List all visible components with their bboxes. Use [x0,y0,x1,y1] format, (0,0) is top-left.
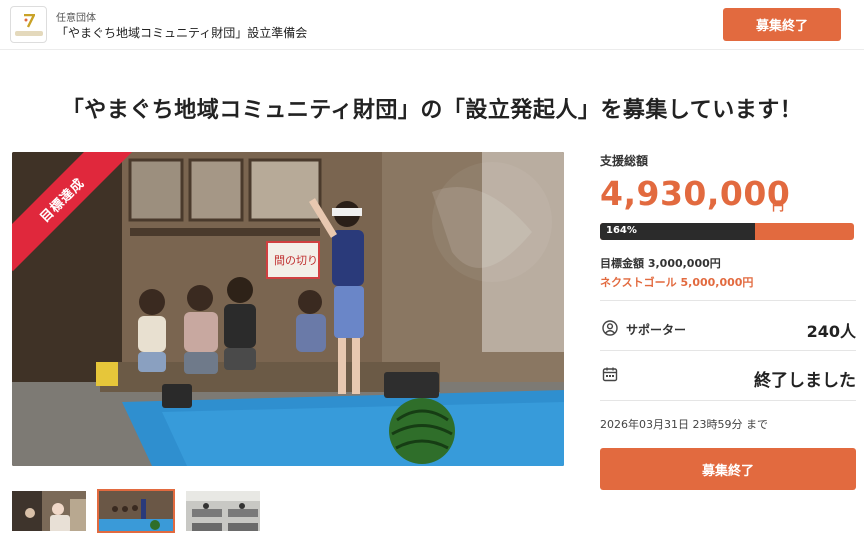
thumbnail-3-image [186,491,260,531]
divider [600,300,856,301]
org-name-link[interactable]: 「やまぐち地域コミュニティ財団」設立準備会 [56,24,307,41]
org-logo[interactable] [10,6,47,43]
total-support-label: 支援総額 [600,154,649,168]
page-title: 「やまぐち地域コミュニティ財団」の「設立発起人」を募集しています！ [61,98,803,123]
thumbnail-1[interactable] [10,489,88,533]
sidebar-closed-button[interactable]: 募集終了 [600,448,856,490]
progress-bar: 164% [600,223,854,240]
supporters-label: サポーター [626,323,687,337]
goal-achieved-ribbon: 目標達成 [12,152,142,282]
currency-unit: 円 [772,199,785,213]
thumbnail-2-image [99,491,173,531]
logo-icon [24,14,35,28]
total-support-amount: 4,930,000 [600,174,791,213]
sign-text: 間の切り [274,254,318,267]
logo-caption [15,31,43,36]
thumbnail-1-image [12,491,86,531]
thumbnail-3[interactable] [184,489,262,533]
progress-percent: 164% [606,225,637,236]
supporters-count: 240人 [806,322,856,341]
divider [600,350,856,351]
deadline-text: 2026年03月31日 23時59分 まで [600,418,768,431]
campaign-status: 終了しました [754,371,856,391]
header-closed-button[interactable]: 募集終了 [723,8,841,41]
divider [600,400,856,401]
next-goal-amount: ネクストゴール 5,000,000円 [600,276,754,289]
calendar-icon [602,367,618,382]
site-header: 任意団体 「やまぐち地域コミュニティ財団」設立準備会 募集終了 [0,0,864,50]
ribbon-label: 目標達成 [12,152,134,272]
thumbnail-2[interactable] [97,489,175,533]
org-type-label: 任意団体 [56,13,96,24]
person-circle-icon [602,320,618,336]
goal-amount: 目標金額 3,000,000円 [600,257,721,270]
main-project-image[interactable]: 間の切り 目標達成 [12,152,564,466]
